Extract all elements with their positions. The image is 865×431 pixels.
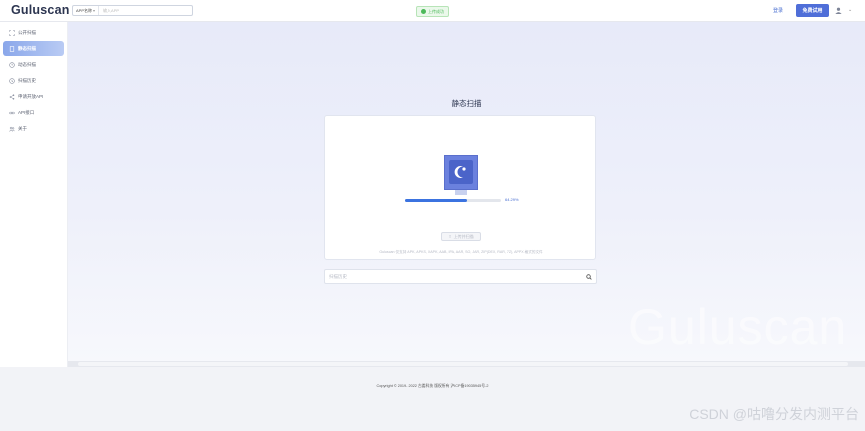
success-icon: [421, 9, 426, 14]
search-type-label: APP名称: [76, 7, 93, 13]
upload-button-label: 上传并扫描: [453, 233, 474, 239]
free-trial-button[interactable]: 免费试用: [796, 4, 829, 17]
progress-percent: 64.29%: [505, 197, 519, 202]
footer: Copyright © 2019- 2022 古娄科技 版权所有 沪ICP备19…: [0, 367, 865, 431]
top-header: Guluscan APP名称 ▾ 输入APP 上传成功 登录 免费试用 ⌄: [0, 0, 865, 22]
sidebar-item-about[interactable]: 关于: [3, 121, 64, 136]
sidebar-item-label: API接口: [18, 109, 35, 115]
csdn-watermark: CSDN @咕噜分发内测平台: [689, 406, 859, 422]
main-content: 静态扫描 64.29% ⇪ 上传并扫描 Guluscan 仅支持 APK, AP…: [68, 22, 865, 362]
upload-scan-button[interactable]: ⇪ 上传并扫描: [441, 232, 481, 241]
sidebar-item-dynamic-scan[interactable]: 动态扫描: [3, 57, 64, 72]
history-icon: [9, 77, 15, 84]
scan-moon-icon: [449, 160, 473, 184]
share-icon: [9, 93, 15, 100]
sidebar-item-static-scan[interactable]: 静态扫描: [3, 41, 64, 56]
document-icon: [9, 45, 15, 52]
upload-card: 64.29% ⇪ 上传并扫描 Guluscan 仅支持 APK, APKS, X…: [324, 115, 596, 260]
sidebar-item-apply-api[interactable]: 申请开放API: [3, 89, 64, 104]
user-avatar-icon[interactable]: [835, 7, 842, 14]
sidebar-item-label: 静态扫描: [18, 45, 36, 51]
crescent-icon: [454, 166, 466, 178]
sidebar-item-public-scan[interactable]: 公开扫描: [3, 25, 64, 40]
search-icon[interactable]: [586, 273, 592, 280]
upload-status-badge: 上传成功: [416, 6, 449, 17]
logo[interactable]: Guluscan: [11, 3, 70, 17]
sidebar-item-label: 扫描历史: [18, 77, 36, 83]
scrollbar-thumb[interactable]: [78, 362, 848, 366]
sidebar-item-label: 关于: [18, 125, 27, 131]
illustration-base: [455, 190, 467, 195]
clock-icon: [9, 61, 15, 68]
sidebar-item-label: 申请开放API: [18, 93, 44, 99]
history-search-input[interactable]: 扫描历史: [324, 269, 597, 284]
search-type-select[interactable]: APP名称 ▾: [73, 6, 100, 15]
link-icon: [9, 111, 15, 114]
supported-formats-note: Guluscan 仅支持 APK, APKS, XAPK, AAB, IPA, …: [379, 250, 543, 254]
history-search-placeholder: 扫描历史: [329, 273, 347, 279]
chevron-down-icon: ▾: [93, 8, 96, 13]
copyright-text: Copyright © 2019- 2022 古娄科技 版权所有 沪ICP备19…: [376, 384, 489, 388]
sidebar-item-label: 公开扫描: [18, 29, 36, 35]
app-search-bar[interactable]: APP名称 ▾ 输入APP: [72, 5, 193, 16]
search-input[interactable]: 输入APP: [99, 8, 119, 14]
app-scan-illustration-icon: [444, 155, 478, 190]
status-text: 上传成功: [428, 8, 444, 14]
sidebar-item-scan-history[interactable]: 扫描历史: [3, 73, 64, 88]
brand-watermark: Guluscan: [628, 299, 848, 355]
sidebar-item-api[interactable]: API接口: [3, 105, 64, 120]
progress-fill: [405, 199, 467, 202]
people-icon: [9, 126, 15, 132]
upload-progress-bar: [405, 199, 501, 202]
chevron-down-icon[interactable]: ⌄: [848, 7, 852, 13]
login-link[interactable]: 登录: [773, 7, 783, 14]
upload-icon: ⇪: [448, 234, 452, 239]
page-title: 静态扫描: [451, 99, 482, 108]
scan-icon: [9, 29, 15, 36]
sidebar: 公开扫描 静态扫描 动态扫描 扫描历史 申请开放API API接口 关于: [0, 22, 68, 367]
sidebar-item-label: 动态扫描: [18, 61, 36, 67]
